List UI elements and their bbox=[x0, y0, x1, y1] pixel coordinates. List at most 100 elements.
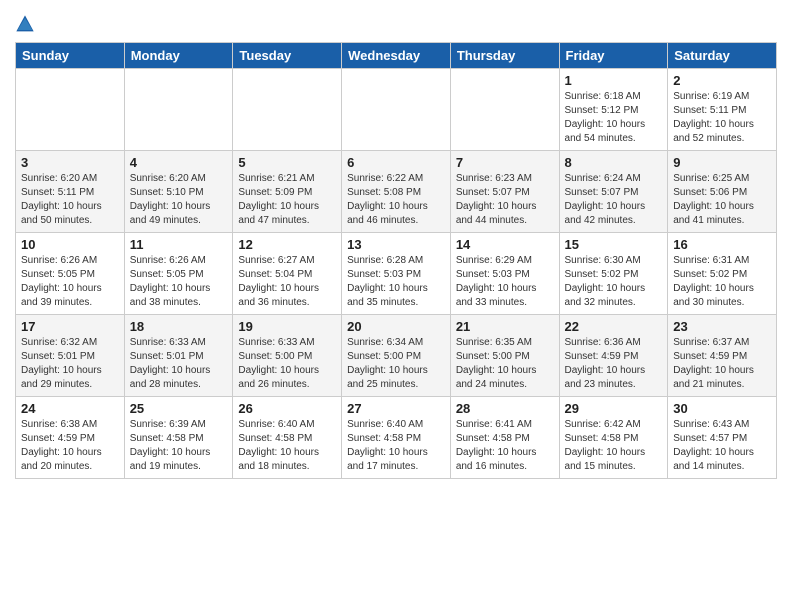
day-number: 5 bbox=[238, 155, 336, 170]
day-info: Sunrise: 6:31 AM Sunset: 5:02 PM Dayligh… bbox=[673, 254, 771, 310]
calendar-cell bbox=[450, 69, 559, 151]
day-number: 6 bbox=[347, 155, 445, 170]
day-number: 11 bbox=[130, 237, 228, 252]
day-number: 20 bbox=[347, 319, 445, 334]
calendar-cell: 24Sunrise: 6:38 AM Sunset: 4:59 PM Dayli… bbox=[16, 397, 125, 479]
day-info: Sunrise: 6:20 AM Sunset: 5:10 PM Dayligh… bbox=[130, 172, 228, 228]
day-number: 19 bbox=[238, 319, 336, 334]
day-info: Sunrise: 6:37 AM Sunset: 4:59 PM Dayligh… bbox=[673, 336, 771, 392]
calendar-cell: 18 Sunrise: 6:33 AM Sunset: 5:01 PM Dayli… bbox=[124, 315, 233, 397]
day-number: 26 bbox=[238, 401, 336, 416]
day-info: Sunrise: 6:26 AM Sunset: 5:05 PM Dayligh… bbox=[130, 254, 228, 310]
day-number: 30 bbox=[673, 401, 771, 416]
calendar-week-2: 3 Sunrise: 6:20 AM Sunset: 5:11 PM Daylig… bbox=[16, 151, 777, 233]
header-row bbox=[15, 10, 777, 34]
calendar-cell: 29 Sunrise: 6:42 AM Sunset: 4:58 PM Dayli… bbox=[559, 397, 668, 479]
day-number: 2 bbox=[673, 73, 771, 88]
day-number: 14 bbox=[456, 237, 554, 252]
day-number: 10 bbox=[21, 237, 119, 252]
calendar-cell: 10 Sunrise: 6:26 AM Sunset: 5:05 PM Dayli… bbox=[16, 233, 125, 315]
day-number: 12 bbox=[238, 237, 336, 252]
calendar-header-thursday: Thursday bbox=[450, 43, 559, 69]
calendar-header-sunday: Sunday bbox=[16, 43, 125, 69]
calendar-cell: 7Sunrise: 6:23 AM Sunset: 5:07 PM Daylig… bbox=[450, 151, 559, 233]
day-info: Sunrise: 6:22 AM Sunset: 5:08 PM Dayligh… bbox=[347, 172, 445, 228]
calendar-cell: 4 Sunrise: 6:20 AM Sunset: 5:10 PM Daylig… bbox=[124, 151, 233, 233]
day-info: Sunrise: 6:39 AM Sunset: 4:58 PM Dayligh… bbox=[130, 418, 228, 474]
calendar-cell: 12Sunrise: 6:27 AM Sunset: 5:04 PM Dayli… bbox=[233, 233, 342, 315]
calendar-header-saturday: Saturday bbox=[668, 43, 777, 69]
day-info: Sunrise: 6:41 AM Sunset: 4:58 PM Dayligh… bbox=[456, 418, 554, 474]
day-number: 23 bbox=[673, 319, 771, 334]
day-info: Sunrise: 6:28 AM Sunset: 5:03 PM Dayligh… bbox=[347, 254, 445, 310]
calendar-header-monday: Monday bbox=[124, 43, 233, 69]
day-number: 7 bbox=[456, 155, 554, 170]
day-info: Sunrise: 6:40 AM Sunset: 4:58 PM Dayligh… bbox=[347, 418, 445, 474]
day-number: 29 bbox=[565, 401, 663, 416]
calendar-cell: 25 Sunrise: 6:39 AM Sunset: 4:58 PM Dayli… bbox=[124, 397, 233, 479]
calendar-cell: 17 Sunrise: 6:32 AM Sunset: 5:01 PM Dayli… bbox=[16, 315, 125, 397]
calendar-cell: 5 Sunrise: 6:21 AM Sunset: 5:09 PM Daylig… bbox=[233, 151, 342, 233]
day-info: Sunrise: 6:26 AM Sunset: 5:05 PM Dayligh… bbox=[21, 254, 119, 310]
day-number: 22 bbox=[565, 319, 663, 334]
day-number: 8 bbox=[565, 155, 663, 170]
calendar-header-friday: Friday bbox=[559, 43, 668, 69]
day-info: Sunrise: 6:18 AM Sunset: 5:12 PM Dayligh… bbox=[565, 90, 663, 146]
day-info: Sunrise: 6:30 AM Sunset: 5:02 PM Dayligh… bbox=[565, 254, 663, 310]
calendar-cell: 3 Sunrise: 6:20 AM Sunset: 5:11 PM Daylig… bbox=[16, 151, 125, 233]
calendar-cell bbox=[16, 69, 125, 151]
day-number: 25 bbox=[130, 401, 228, 416]
day-info: Sunrise: 6:33 AM Sunset: 5:01 PM Dayligh… bbox=[130, 336, 228, 392]
calendar-cell: 20 Sunrise: 6:34 AM Sunset: 5:00 PM Dayli… bbox=[342, 315, 451, 397]
calendar-week-4: 17 Sunrise: 6:32 AM Sunset: 5:01 PM Dayli… bbox=[16, 315, 777, 397]
calendar-cell: 13 Sunrise: 6:28 AM Sunset: 5:03 PM Dayli… bbox=[342, 233, 451, 315]
calendar-cell: 26 Sunrise: 6:40 AM Sunset: 4:58 PM Dayli… bbox=[233, 397, 342, 479]
day-number: 13 bbox=[347, 237, 445, 252]
calendar-cell bbox=[233, 69, 342, 151]
calendar-cell: 14 Sunrise: 6:29 AM Sunset: 5:03 PM Dayli… bbox=[450, 233, 559, 315]
day-number: 18 bbox=[130, 319, 228, 334]
calendar-week-1: 1 Sunrise: 6:18 AM Sunset: 5:12 PM Daylig… bbox=[16, 69, 777, 151]
day-info: Sunrise: 6:42 AM Sunset: 4:58 PM Dayligh… bbox=[565, 418, 663, 474]
day-number: 28 bbox=[456, 401, 554, 416]
day-info: Sunrise: 6:20 AM Sunset: 5:11 PM Dayligh… bbox=[21, 172, 119, 228]
logo-icon bbox=[15, 14, 35, 34]
calendar-cell bbox=[124, 69, 233, 151]
calendar-cell bbox=[342, 69, 451, 151]
day-number: 4 bbox=[130, 155, 228, 170]
calendar-cell: 8 Sunrise: 6:24 AM Sunset: 5:07 PM Daylig… bbox=[559, 151, 668, 233]
day-info: Sunrise: 6:43 AM Sunset: 4:57 PM Dayligh… bbox=[673, 418, 771, 474]
day-info: Sunrise: 6:40 AM Sunset: 4:58 PM Dayligh… bbox=[238, 418, 336, 474]
day-info: Sunrise: 6:34 AM Sunset: 5:00 PM Dayligh… bbox=[347, 336, 445, 392]
calendar-cell: 9Sunrise: 6:25 AM Sunset: 5:06 PM Daylig… bbox=[668, 151, 777, 233]
calendar-cell: 28 Sunrise: 6:41 AM Sunset: 4:58 PM Dayli… bbox=[450, 397, 559, 479]
calendar-header-wednesday: Wednesday bbox=[342, 43, 451, 69]
day-info: Sunrise: 6:29 AM Sunset: 5:03 PM Dayligh… bbox=[456, 254, 554, 310]
day-number: 16 bbox=[673, 237, 771, 252]
day-number: 27 bbox=[347, 401, 445, 416]
day-info: Sunrise: 6:35 AM Sunset: 5:00 PM Dayligh… bbox=[456, 336, 554, 392]
day-info: Sunrise: 6:19 AM Sunset: 5:11 PM Dayligh… bbox=[673, 90, 771, 146]
day-number: 17 bbox=[21, 319, 119, 334]
calendar-week-3: 10 Sunrise: 6:26 AM Sunset: 5:05 PM Dayli… bbox=[16, 233, 777, 315]
day-number: 3 bbox=[21, 155, 119, 170]
calendar-week-5: 24Sunrise: 6:38 AM Sunset: 4:59 PM Dayli… bbox=[16, 397, 777, 479]
calendar-cell: 22 Sunrise: 6:36 AM Sunset: 4:59 PM Dayli… bbox=[559, 315, 668, 397]
day-info: Sunrise: 6:36 AM Sunset: 4:59 PM Dayligh… bbox=[565, 336, 663, 392]
logo bbox=[15, 14, 39, 34]
calendar-cell: 15 Sunrise: 6:30 AM Sunset: 5:02 PM Dayli… bbox=[559, 233, 668, 315]
day-info: Sunrise: 6:38 AM Sunset: 4:59 PM Dayligh… bbox=[21, 418, 119, 474]
calendar-cell: 6 Sunrise: 6:22 AM Sunset: 5:08 PM Daylig… bbox=[342, 151, 451, 233]
page-container: SundayMondayTuesdayWednesdayThursdayFrid… bbox=[0, 0, 792, 489]
day-number: 1 bbox=[565, 73, 663, 88]
day-number: 15 bbox=[565, 237, 663, 252]
calendar-cell: 1 Sunrise: 6:18 AM Sunset: 5:12 PM Daylig… bbox=[559, 69, 668, 151]
day-info: Sunrise: 6:33 AM Sunset: 5:00 PM Dayligh… bbox=[238, 336, 336, 392]
day-info: Sunrise: 6:32 AM Sunset: 5:01 PM Dayligh… bbox=[21, 336, 119, 392]
day-info: Sunrise: 6:24 AM Sunset: 5:07 PM Dayligh… bbox=[565, 172, 663, 228]
calendar-cell: 30 Sunrise: 6:43 AM Sunset: 4:57 PM Dayli… bbox=[668, 397, 777, 479]
calendar-cell: 27 Sunrise: 6:40 AM Sunset: 4:58 PM Dayli… bbox=[342, 397, 451, 479]
calendar-header-tuesday: Tuesday bbox=[233, 43, 342, 69]
day-info: Sunrise: 6:21 AM Sunset: 5:09 PM Dayligh… bbox=[238, 172, 336, 228]
calendar-cell: 19 Sunrise: 6:33 AM Sunset: 5:00 PM Dayli… bbox=[233, 315, 342, 397]
